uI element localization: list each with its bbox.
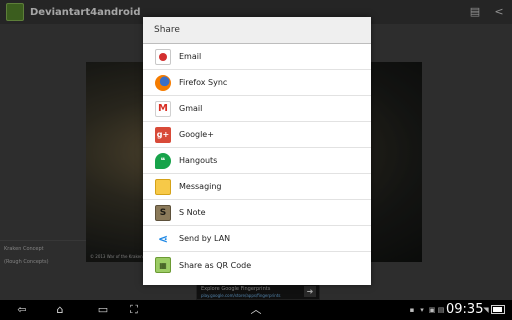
system-bar: ⇦ ⌂ ▭ ⛶ ︿ ▪ ▾ ▣ ▤ 09:35 ◥: [0, 300, 512, 320]
share-item-messaging[interactable]: Messaging: [143, 174, 371, 200]
download-icon[interactable]: ▾: [418, 305, 426, 315]
screenshot-icon[interactable]: ⛶: [126, 303, 142, 317]
google-plus-icon: g+: [155, 126, 171, 143]
dialog-title: Share: [154, 25, 180, 35]
qr-code-icon: ▦: [155, 257, 171, 273]
share-item-send-by-lan[interactable]: ⋖ Send by LAN: [143, 226, 371, 252]
share-item-qr-code[interactable]: ▦ Share as QR Code: [143, 252, 371, 278]
share-item-s-note[interactable]: S S Note: [143, 200, 371, 226]
home-icon[interactable]: ⌂: [50, 303, 70, 317]
battery-level: [493, 307, 502, 312]
share-dialog: Share Email Firefox Sync M Gmail g+ Goog…: [143, 17, 371, 285]
share-item-email[interactable]: Email: [143, 44, 371, 70]
share-item-gmail[interactable]: M Gmail: [143, 96, 371, 122]
messaging-icon: [155, 178, 171, 195]
share-list: Email Firefox Sync M Gmail g+ Google+ ❝ …: [143, 44, 371, 278]
share-lan-icon: ⋖: [157, 231, 169, 246]
dialog-header: Share: [143, 17, 371, 44]
gallery-icon[interactable]: ▣: [428, 305, 436, 315]
firefox-icon: [155, 74, 171, 91]
share-item-label: Hangouts: [179, 156, 218, 165]
image-icon[interactable]: ▤: [437, 305, 445, 315]
share-item-label: Email: [179, 52, 202, 61]
chevron-up-icon[interactable]: ︿: [249, 303, 263, 317]
share-item-label: Share as QR Code: [179, 260, 252, 270]
battery-icon: [491, 305, 505, 314]
share-item-label: Firefox Sync: [179, 78, 228, 87]
clock: 09:35: [446, 302, 484, 317]
share-item-label: Gmail: [179, 104, 203, 113]
hangouts-icon: ❝: [155, 152, 171, 169]
share-item-label: Google+: [179, 130, 214, 139]
email-icon: [155, 48, 171, 65]
share-item-label: Messaging: [179, 182, 222, 191]
notification-icon[interactable]: ▪: [408, 305, 416, 315]
wifi-icon: ◥: [483, 306, 489, 314]
share-item-google-plus[interactable]: g+ Google+: [143, 122, 371, 148]
share-item-label: S Note: [179, 208, 206, 217]
share-item-label: Send by LAN: [179, 234, 231, 243]
gmail-icon: M: [155, 100, 171, 117]
s-note-icon: S: [155, 204, 171, 221]
share-item-firefox-sync[interactable]: Firefox Sync: [143, 70, 371, 96]
share-item-hangouts[interactable]: ❝ Hangouts: [143, 148, 371, 174]
back-icon[interactable]: ⇦: [8, 303, 36, 317]
recent-apps-icon[interactable]: ▭: [94, 303, 112, 317]
